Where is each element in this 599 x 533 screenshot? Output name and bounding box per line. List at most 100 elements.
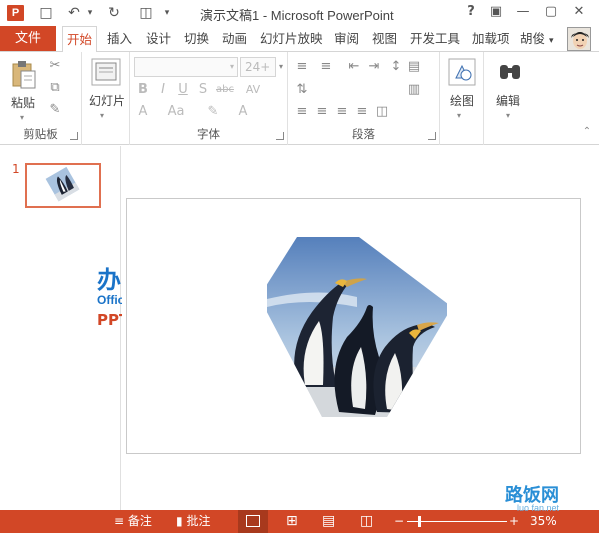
new-slide-button[interactable]: 幻灯片 ▾ <box>86 56 126 120</box>
text-direction-icon[interactable]: ⇅ <box>294 82 310 98</box>
new-slide-label: 幻灯片 <box>89 94 126 108</box>
restore-button[interactable]: ▢ <box>540 2 562 22</box>
current-slide[interactable] <box>126 198 581 454</box>
strikethrough-icon[interactable]: abc <box>214 82 236 98</box>
new-slide-icon <box>91 58 121 86</box>
redo-icon[interactable]: ↻ <box>104 3 124 23</box>
tab-review[interactable]: 审阅 <box>334 26 359 52</box>
copy-icon[interactable]: ⧉ <box>46 80 64 96</box>
save-icon[interactable]: □ <box>36 3 56 23</box>
columns-icon[interactable]: ◫ <box>374 104 390 120</box>
tab-addins[interactable]: 加载项 <box>472 26 510 52</box>
clipboard-launcher-icon[interactable] <box>70 132 78 140</box>
italic-icon[interactable]: I <box>156 82 170 98</box>
change-case-icon[interactable]: Aa <box>166 104 186 120</box>
tab-design[interactable]: 设计 <box>146 26 171 52</box>
font-name-combo[interactable]: ▾ <box>134 57 238 77</box>
ribbon-display-options-icon[interactable]: ▣ <box>485 2 507 22</box>
font-color-icon[interactable]: A <box>236 104 250 120</box>
tab-view[interactable]: 视图 <box>372 26 397 52</box>
paragraph-launcher-icon[interactable] <box>428 132 436 140</box>
font-size-combo[interactable]: 24+ <box>240 57 276 77</box>
close-button[interactable]: ✕ <box>568 2 590 22</box>
zoom-slider-thumb[interactable] <box>418 516 421 527</box>
normal-view-button[interactable] <box>238 510 268 533</box>
binoculars-icon <box>500 65 520 79</box>
cut-icon[interactable]: ✂ <box>46 58 64 74</box>
character-spacing-icon[interactable]: AV <box>242 82 264 98</box>
slides-group: 幻灯片 ▾ <box>82 52 130 145</box>
help-button[interactable]: ? <box>460 2 482 22</box>
tab-slideshow[interactable]: 幻灯片放映 <box>260 26 323 52</box>
font-group: ▾ 24+ ▾ B I U S abc AV A Aa ✎ A 字体 <box>130 52 288 145</box>
tab-insert[interactable]: 插入 <box>107 26 132 52</box>
line-spacing-icon[interactable]: ↕ <box>388 59 404 75</box>
drawing-label: 绘图 <box>450 94 475 108</box>
decrease-indent-icon[interactable]: ⇤ <box>346 59 362 75</box>
notes-label: 备注 <box>127 514 152 528</box>
editing-dropdown-icon: ▾ <box>506 111 511 120</box>
font-size-value: 24+ <box>245 60 271 74</box>
tab-animations[interactable]: 动画 <box>222 26 247 52</box>
collapse-ribbon-icon[interactable]: ⌃ <box>580 124 594 140</box>
slide-editor <box>122 146 599 510</box>
zoom-slider-track[interactable] <box>407 521 507 522</box>
font-size-dropdown-icon[interactable]: ▾ <box>276 59 286 75</box>
notes-button[interactable]: ≡ 备注 <box>114 510 152 533</box>
format-painter-icon[interactable]: ✎ <box>46 102 64 118</box>
tab-transitions[interactable]: 切换 <box>184 26 209 52</box>
slide-thumbnail[interactable] <box>25 163 101 208</box>
slide-sorter-view-icon[interactable]: ⊞ <box>286 510 298 533</box>
numbering-icon[interactable]: ≡ <box>318 59 334 75</box>
luofan-watermark-text: 路饭网 <box>505 485 559 505</box>
undo-dropdown-icon[interactable]: ▾ <box>84 3 96 23</box>
comments-button[interactable]: ▮ 批注 <box>176 510 210 533</box>
window-title: 演示文稿1 - Microsoft PowerPoint <box>200 8 394 23</box>
paragraph-group-label: 段落 <box>352 127 375 141</box>
paste-button[interactable]: 粘贴 ▾ <box>8 58 40 122</box>
tab-file[interactable]: 文件 <box>0 26 56 51</box>
justify-icon[interactable]: ≡ <box>354 104 370 120</box>
customize-toolbar-icon[interactable]: ▾ <box>160 3 174 23</box>
align-right-icon[interactable]: ≡ <box>334 104 350 120</box>
avatar[interactable] <box>567 27 591 51</box>
shapes-icon <box>448 58 476 86</box>
shadow-icon[interactable]: S <box>196 82 210 98</box>
slide-number: 1 <box>12 162 20 176</box>
minimize-button[interactable]: — <box>512 2 534 22</box>
reading-view-icon[interactable]: ▤ <box>322 510 335 533</box>
highlight-icon[interactable]: ✎ <box>206 104 220 120</box>
editing-label: 编辑 <box>496 94 521 108</box>
ribbon-home: 粘贴 ▾ ✂ ⧉ ✎ 剪贴板 幻灯片 ▾ ▾ 24+ ▾ B I U S abc… <box>0 52 599 145</box>
notes-icon: ≡ <box>114 514 125 528</box>
slideshow-view-icon[interactable]: ◫ <box>360 510 373 533</box>
user-account[interactable]: 胡俊 ▾ <box>520 26 554 52</box>
ribbon-tab-row: 文件 开始 插入 设计 切换 动画 幻灯片放映 审阅 视图 开发工具 加载项 胡… <box>0 26 599 53</box>
account-dropdown-icon[interactable]: ▾ <box>549 36 554 46</box>
zoom-in-button[interactable]: + <box>509 510 519 533</box>
user-name: 胡俊 <box>520 31 546 46</box>
normal-view-icon <box>246 515 260 527</box>
smartart-icon[interactable]: ▥ <box>406 82 422 98</box>
paste-label: 粘贴 <box>11 96 36 110</box>
undo-icon[interactable]: ↶ <box>64 3 84 23</box>
underline-icon[interactable]: U <box>176 82 190 98</box>
font-launcher-icon[interactable] <box>276 132 284 140</box>
paste-dropdown-icon: ▾ <box>20 113 25 122</box>
tab-developer[interactable]: 开发工具 <box>410 26 460 52</box>
bullets-icon[interactable]: ≡ <box>294 59 310 75</box>
penguin-picture[interactable] <box>267 237 447 417</box>
zoom-out-button[interactable]: − <box>394 510 404 533</box>
bold-icon[interactable]: B <box>136 82 150 98</box>
drawing-button[interactable]: 绘图 ▾ <box>444 56 480 120</box>
start-slideshow-icon[interactable]: ◫ <box>136 3 156 23</box>
align-center-icon[interactable]: ≡ <box>314 104 330 120</box>
zoom-level[interactable]: 35% <box>530 510 557 533</box>
increase-indent-icon[interactable]: ⇥ <box>366 59 382 75</box>
text-effects-icon[interactable]: A <box>136 104 150 120</box>
align-text-icon[interactable]: ▤ <box>406 59 422 75</box>
clipboard-group: 粘贴 ▾ ✂ ⧉ ✎ 剪贴板 <box>0 52 82 145</box>
align-left-icon[interactable]: ≡ <box>294 104 310 120</box>
tab-home[interactable]: 开始 <box>62 26 98 53</box>
editing-button[interactable]: 编辑 ▾ <box>490 56 530 120</box>
